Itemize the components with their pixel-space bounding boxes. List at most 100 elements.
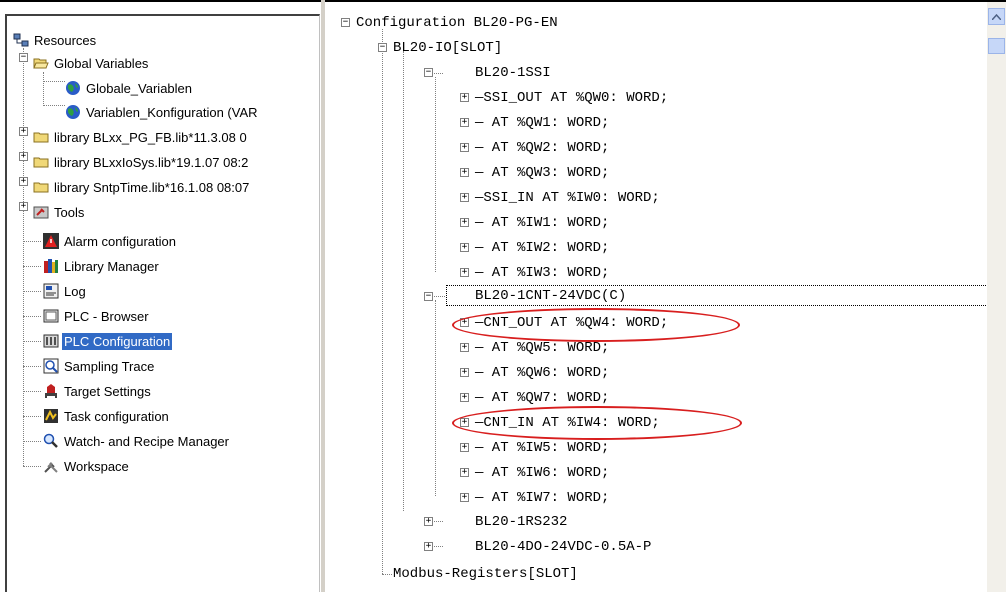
tree-node-bl20-io-slot[interactable]: BL20-IO[SLOT] (393, 37, 502, 59)
expand-toggle-lib-sntptime[interactable]: + (19, 177, 28, 186)
tree-item-sampling-trace[interactable]: Sampling Trace (43, 356, 156, 376)
collapse-toggle-bl20-1cnt[interactable]: − (424, 292, 433, 301)
tree-item-plc-configuration[interactable]: PLC Configuration (43, 331, 173, 351)
expand-toggle-channel[interactable]: + (460, 243, 469, 252)
tree-line (23, 441, 41, 442)
tree-node-module-bl20-4do[interactable]: BL20-4DO-24VDC-0.5A-P (475, 536, 651, 558)
tree-line (23, 48, 24, 466)
tree-item-label: Sampling Trace (64, 358, 155, 374)
resources-icon (13, 33, 29, 47)
vertical-scrollbar[interactable] (987, 2, 1006, 592)
tools-icon (33, 206, 49, 219)
tree-node-channel[interactable]: — AT %QW1: WORD; (475, 112, 609, 134)
tree-node-channel[interactable]: —SSI_IN AT %IW0: WORD; (475, 187, 660, 209)
tree-node-channel[interactable]: —SSI_OUT AT %QW0: WORD; (475, 87, 668, 109)
tree-node-channel[interactable]: — AT %IW1: WORD; (475, 212, 609, 234)
expand-toggle-channel[interactable]: + (460, 143, 469, 152)
tree-line (382, 29, 383, 574)
tree-item-tools[interactable]: Tools (33, 202, 86, 222)
folder-icon (33, 132, 49, 143)
tree-item-label: library BLxxIoSys.lib*19.1.07 08:2 (54, 154, 249, 170)
expand-toggle-bl20-4do[interactable]: + (424, 542, 433, 551)
tree-item-plc-browser[interactable]: PLC - Browser (43, 306, 151, 326)
tree-item-global-variables[interactable]: Global Variables (33, 53, 150, 73)
expand-toggle-channel[interactable]: + (460, 218, 469, 227)
scroll-thumb[interactable] (988, 38, 1005, 54)
tree-item-label: PLC - Browser (64, 308, 149, 324)
expand-toggle-channel[interactable]: + (460, 368, 469, 377)
plc-configuration-tree[interactable]: − Configuration BL20-PG-EN − BL20-IO[SLO… (325, 2, 987, 592)
tree-item-lib-sntptime[interactable]: library SntpTime.lib*16.1.08 08:07 (33, 177, 251, 197)
tree-node-channel[interactable]: — AT %IW5: WORD; (475, 437, 609, 459)
collapse-toggle-global-variables[interactable]: − (19, 53, 28, 62)
tree-item-label: Log (64, 283, 86, 299)
tree-item-label: Watch- and Recipe Manager (64, 433, 229, 449)
collapse-toggle-bl20-1ssi[interactable]: − (424, 68, 433, 77)
tree-item-target-settings[interactable]: Target Settings (43, 381, 153, 401)
scroll-up-button[interactable] (988, 8, 1005, 25)
tree-node-channel[interactable]: — AT %QW3: WORD; (475, 162, 609, 184)
folder-icon (33, 182, 49, 193)
tree-node-module-bl20-1cnt[interactable]: BL20-1CNT-24VDC(C) (475, 285, 626, 307)
expand-toggle-channel[interactable]: + (460, 393, 469, 402)
tree-item-library-manager[interactable]: Library Manager (43, 256, 161, 276)
tree-item-globale-variablen[interactable]: Globale_Variablen (65, 78, 194, 98)
tree-item-label: Resources (34, 32, 97, 48)
tree-node-channel[interactable]: — AT %QW2: WORD; (475, 137, 609, 159)
tree-line (43, 105, 65, 106)
tree-item-label: Alarm configuration (64, 233, 176, 249)
expand-toggle-channel[interactable]: + (460, 493, 469, 502)
tree-node-channel[interactable]: — AT %IW2: WORD; (475, 237, 609, 259)
expand-toggle-lib-blxxiosys[interactable]: + (19, 152, 28, 161)
tree-node-channel[interactable]: — AT %IW7: WORD; (475, 487, 609, 509)
tree-item-lib-blxx-pg-fb[interactable]: library BLxx_PG_FB.lib*11.3.08 0 (33, 127, 249, 147)
tree-item-task-configuration[interactable]: Task configuration (43, 406, 171, 426)
tree-node-module-bl20-1ssi[interactable]: BL20-1SSI (475, 62, 551, 84)
expand-toggle-tools[interactable]: + (19, 202, 28, 211)
expand-toggle-channel[interactable]: + (460, 468, 469, 477)
tree-item-log[interactable]: Log (43, 281, 88, 301)
tree-line (23, 416, 41, 417)
tree-line (23, 241, 41, 242)
tree-line (382, 574, 392, 575)
tree-item-alarm-configuration[interactable]: Alarm configuration (43, 231, 178, 251)
target-icon (45, 384, 57, 398)
tree-item-workspace[interactable]: Workspace (43, 456, 131, 476)
expand-toggle-channel[interactable]: + (460, 268, 469, 277)
tree-node-configuration-root[interactable]: Configuration BL20-PG-EN (356, 12, 558, 34)
tree-line (435, 300, 436, 496)
alarm-icon (43, 233, 59, 249)
globe-icon (66, 81, 80, 95)
expand-toggle-channel[interactable]: + (460, 93, 469, 102)
tree-line (23, 291, 41, 292)
expand-toggle-channel[interactable]: + (460, 193, 469, 202)
expand-toggle-lib-blxx-pg-fb[interactable]: + (19, 127, 28, 136)
tree-node-channel[interactable]: — AT %IW3: WORD; (475, 262, 609, 284)
tree-item-label: Workspace (64, 458, 129, 474)
tree-root-resources[interactable]: Resources (13, 30, 98, 50)
log-icon (43, 283, 59, 299)
tree-item-label: Task configuration (64, 408, 169, 424)
trace-icon (43, 358, 59, 374)
tree-node-modbus-registers[interactable]: Modbus-Registers[SLOT] (393, 563, 578, 585)
tree-item-lib-blxxiosys[interactable]: library BLxxIoSys.lib*19.1.07 08:2 (33, 152, 250, 172)
tree-node-module-bl20-1rs232[interactable]: BL20-1RS232 (475, 511, 567, 533)
expand-toggle-bl20-1rs232[interactable]: + (424, 517, 433, 526)
tree-line (23, 316, 41, 317)
tree-line (23, 341, 41, 342)
expand-toggle-channel[interactable]: + (460, 168, 469, 177)
books-icon (44, 259, 58, 273)
collapse-toggle-slot[interactable]: − (378, 43, 387, 52)
expand-toggle-channel[interactable]: + (460, 443, 469, 452)
resources-tree-panel[interactable]: Resources − Global Variables Globale_Var… (5, 14, 320, 592)
tree-item-watch-recipe-manager[interactable]: Watch- and Recipe Manager (43, 431, 231, 451)
expand-toggle-channel[interactable]: + (460, 343, 469, 352)
tree-line (435, 77, 436, 272)
tree-item-variablen-konfiguration[interactable]: Variablen_Konfiguration (VAR (65, 102, 260, 122)
tree-item-label: Target Settings (64, 383, 151, 399)
tree-node-channel[interactable]: — AT %QW6: WORD; (475, 362, 609, 384)
tree-node-channel[interactable]: — AT %IW6: WORD; (475, 462, 609, 484)
plc-config-icon (43, 334, 59, 348)
collapse-toggle-configuration[interactable]: − (341, 18, 350, 27)
expand-toggle-channel[interactable]: + (460, 118, 469, 127)
